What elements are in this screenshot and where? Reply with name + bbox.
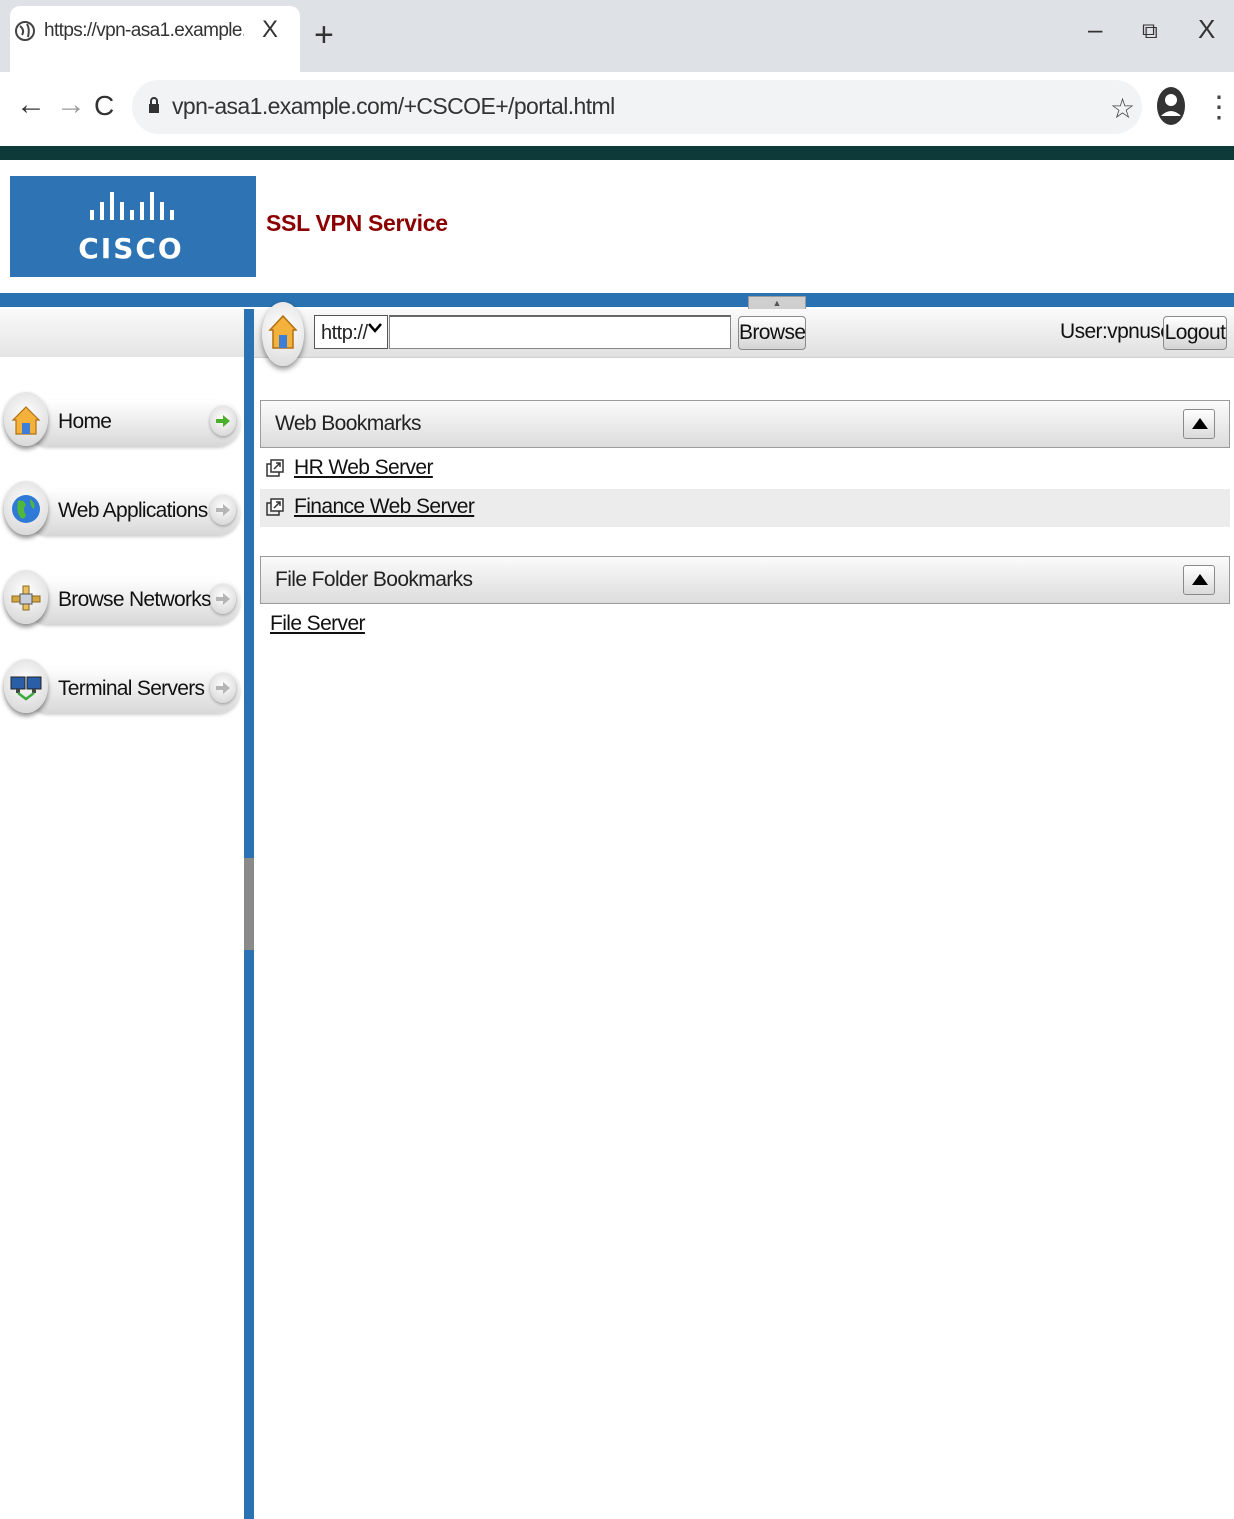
lock-icon	[149, 97, 159, 113]
sidebar-item-web-applications[interactable]: Web Applications	[4, 477, 240, 543]
nav-orb	[4, 392, 48, 446]
nav-orb	[4, 570, 48, 624]
triangle-up-icon	[1192, 418, 1208, 429]
network-icon	[11, 585, 41, 611]
restore-button[interactable]: ⧉	[1142, 18, 1158, 44]
bookmark-link-hr-web-server[interactable]: HR Web Server	[294, 456, 433, 480]
bookmark-link-icon	[266, 498, 284, 516]
cisco-logo-text: CISCO	[78, 232, 183, 265]
url-input[interactable]	[389, 315, 731, 349]
back-button[interactable]: ←	[16, 88, 46, 122]
sidebar-header-strip	[0, 309, 244, 357]
file-bookmarks-collapse-button[interactable]	[1183, 565, 1215, 595]
sidebar-item-home[interactable]: Home	[4, 388, 240, 454]
sidebar-collapse-grip[interactable]	[244, 858, 254, 950]
arrow-right-icon	[210, 584, 236, 614]
reload-button[interactable]: C	[94, 90, 114, 122]
portal-title: SSL VPN Service	[266, 210, 448, 236]
chevron-down-icon	[368, 320, 382, 338]
sidebar-item-label: Browse Networks	[58, 588, 212, 611]
new-tab-button[interactable]: +	[314, 18, 334, 52]
tab-title: https://vpn-asa1.example.com/+	[44, 20, 244, 41]
profile-icon[interactable]	[1156, 86, 1186, 126]
top-band	[0, 146, 1234, 160]
portal-home-button[interactable]	[262, 302, 304, 366]
home-icon	[11, 406, 41, 435]
panel-title: Web Bookmarks	[275, 412, 421, 435]
nav-orb	[4, 659, 48, 713]
terminal-icon	[10, 676, 42, 701]
sidebar-item-label: Terminal Servers	[58, 677, 205, 700]
user-label: User:vpnuser	[1060, 320, 1178, 343]
sidebar-item-label: Home	[58, 410, 112, 433]
window-close-button[interactable]: X	[1198, 14, 1215, 45]
arrow-right-icon	[210, 406, 236, 436]
bookmark-link-finance-web-server[interactable]: Finance Web Server	[294, 495, 475, 519]
web-bookmarks-header: Web Bookmarks	[260, 400, 1230, 448]
web-bookmarks-collapse-button[interactable]	[1183, 409, 1215, 439]
list-item: File Server	[260, 606, 1230, 644]
home-icon	[268, 314, 298, 349]
sidebar-item-browse-networks[interactable]: Browse Networks	[4, 566, 240, 632]
triangle-up-icon	[1192, 574, 1208, 585]
globe-favicon-icon	[15, 21, 35, 41]
sidebar-item-terminal-servers[interactable]: Terminal Servers	[4, 655, 240, 721]
file-folder-bookmarks-header: File Folder Bookmarks	[260, 556, 1230, 604]
arrow-right-icon	[210, 495, 236, 525]
cisco-logo: CISCO	[10, 176, 256, 277]
tab-close-icon[interactable]: X	[262, 16, 278, 44]
minimize-button[interactable]: –	[1088, 14, 1102, 45]
list-item: Finance Web Server	[260, 489, 1230, 527]
panel-title: File Folder Bookmarks	[275, 568, 473, 591]
arrow-right-icon	[210, 673, 236, 703]
browse-button[interactable]: Browse	[738, 316, 806, 350]
cisco-logo-icon: CISCO	[78, 192, 183, 265]
blue-band	[0, 293, 1234, 307]
bookmark-star-icon[interactable]: ☆	[1110, 92, 1135, 125]
bookmark-link-icon	[266, 459, 284, 477]
nav-orb	[4, 481, 48, 535]
bookmark-link-file-server[interactable]: File Server	[270, 612, 366, 636]
header-collapse-handle[interactable]: ▲	[748, 296, 806, 310]
sidebar-item-label: Web Applications	[58, 499, 208, 522]
list-item: HR Web Server	[260, 450, 1230, 488]
forward-button[interactable]: →	[56, 88, 86, 122]
url-text[interactable]: vpn-asa1.example.com/+CSCOE+/portal.html	[172, 93, 615, 120]
logout-button[interactable]: Logout	[1163, 316, 1227, 350]
globe-icon	[12, 495, 40, 523]
browser-menu-icon[interactable]: ⋮	[1204, 90, 1234, 125]
